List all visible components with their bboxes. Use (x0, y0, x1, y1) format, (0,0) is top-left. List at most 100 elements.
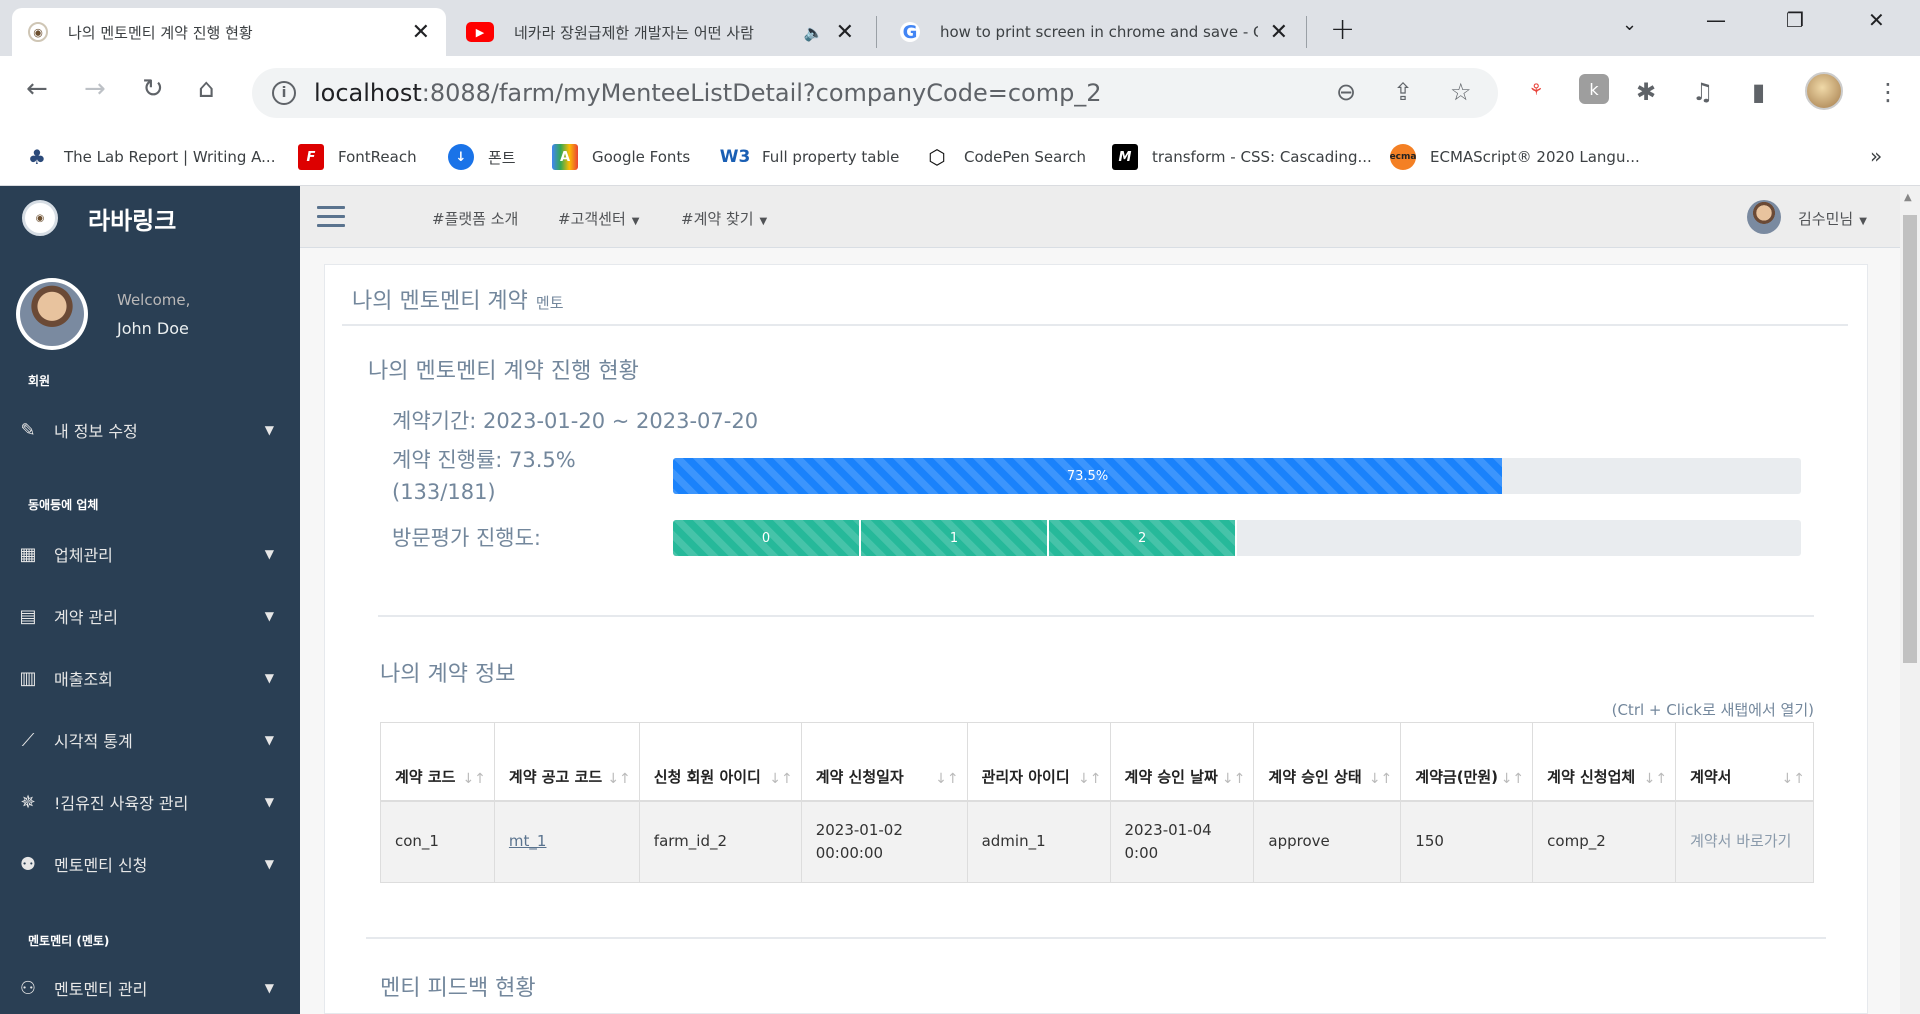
sort-icon[interactable]: ↓↑ (1501, 768, 1524, 790)
bookmark-item[interactable]: Mtransform - CSS: Cascading... (1112, 144, 1372, 170)
sort-icon[interactable]: ↓↑ (1369, 768, 1392, 790)
sidebar-item-farm[interactable]: ✵ !김유진 사육장 관리 ▼ (0, 780, 300, 824)
column-header[interactable]: 신청 회원 아이디 ↓↑ (638, 722, 802, 802)
menu-kebab-icon[interactable]: ⋮ (1876, 78, 1900, 106)
table-cell: 2023-01-04 0:00 (1109, 800, 1255, 883)
forward-icon[interactable]: → (84, 74, 106, 104)
sidebar-item-statistics[interactable]: ⟋ 시각적 통계 ▼ (0, 718, 300, 762)
ctrl-click-hint: (Ctrl + Click로 새탭에서 열기) (1611, 701, 1814, 719)
column-header[interactable]: 관리자 아이디 ↓↑ (966, 722, 1111, 802)
user-menu[interactable]: 김수민님 ▼ (1798, 208, 1867, 229)
sidebar-item-contract[interactable]: ▤ 계약 관리 ▼ (0, 594, 300, 638)
bookmark-item[interactable]: A Google Fonts (552, 144, 690, 170)
nav-find-contract[interactable]: #계약 찾기 ▼ (681, 208, 767, 229)
column-header[interactable]: 계약 코드 ↓↑ (380, 722, 495, 802)
sort-icon[interactable]: ↓↑ (1782, 768, 1805, 790)
close-window-icon[interactable]: ✕ (1868, 8, 1885, 32)
scroll-up-arrow-icon[interactable]: ▲ (1904, 192, 1912, 203)
tab-google[interactable]: G how to print screen in chrome and save… (884, 8, 1304, 56)
column-header[interactable]: 계약 공고 코드 ↓↑ (493, 722, 640, 802)
scrollbar-thumb[interactable] (1903, 215, 1917, 663)
browser-profile-avatar[interactable] (1805, 72, 1843, 110)
bookmark-item[interactable]: F FontReach (298, 144, 417, 170)
sidebar-item-company[interactable]: ▦ 업체관리 ▼ (0, 532, 300, 576)
sort-icon[interactable]: ↓↑ (462, 768, 485, 790)
share-icon[interactable]: ⇪ (1393, 78, 1413, 106)
section-title-mentor: 멘토멘티 (멘토) (28, 934, 110, 948)
bookmark-item[interactable]: ecma ECMAScript® 2020 Langu... (1390, 144, 1640, 170)
contract-rate-text: 계약 진행률: 73.5% (392, 448, 576, 472)
sort-icon[interactable]: ↓↑ (935, 768, 958, 790)
sidebar-item-label: 멘토멘티 관리 (54, 980, 148, 999)
user-avatar[interactable] (1747, 200, 1781, 234)
edit-icon: ✎ (20, 419, 36, 441)
column-header-label: 계약금(만원) (1415, 767, 1499, 786)
contract-rate-detail: (133/181) (392, 480, 496, 504)
contract-table: 계약 코드 ↓↑ 계약 공고 코드 ↓↑ 신청 회원 아이디 ↓↑ 계약 신청일자 ↓↑… (380, 722, 1814, 883)
sidebar-item-label: 계약 관리 (54, 608, 118, 627)
sort-icon[interactable]: ↓↑ (607, 768, 630, 790)
table-row: con_1 mt_1 farm_id_2 2023-01-02 00:00:00… (380, 800, 1814, 883)
tab-youtube[interactable]: ▶ 네카라 장원급제한 개발자는 어떤 사람 🔈 ✕ (450, 8, 870, 56)
column-header[interactable]: 계약 승인 상태 ↓↑ (1253, 722, 1402, 802)
column-header-label: 계약 신청업체 (1547, 767, 1636, 786)
home-icon[interactable]: ⌂ (198, 74, 215, 104)
side-panel-icon[interactable]: ▮ (1752, 78, 1765, 106)
column-header[interactable]: 계약서 ↓↑ (1675, 722, 1814, 802)
url-host: localhost (314, 79, 422, 107)
tab-search-icon[interactable]: ⌄ (1622, 14, 1637, 35)
column-header-label: 신청 회원 아이디 (653, 767, 761, 786)
bookmark-item[interactable]: ⬡ CodePen Search (924, 144, 1086, 170)
bookmark-item[interactable]: ↓ 폰트 (448, 144, 516, 170)
back-icon[interactable]: ← (26, 74, 48, 104)
extension-tree-icon[interactable]: ⚘ (1521, 74, 1551, 104)
extensions-puzzle-icon[interactable]: ✱ (1636, 78, 1656, 106)
sidebar-item-sales[interactable]: ▥ 매출조회 ▼ (0, 656, 300, 700)
restore-icon[interactable]: ❐ (1786, 8, 1804, 32)
top-nav: #플랫폼 소개 #고객센터 ▼ #계약 찾기 ▼ 김수민님 ▼ (300, 186, 1900, 248)
close-tab-icon[interactable]: ✕ (1270, 20, 1288, 45)
column-header[interactable]: 계약 신청일자 ↓↑ (800, 722, 968, 802)
bookmark-item[interactable]: ♣ The Lab Report | Writing A... (24, 144, 275, 170)
nav-platform-intro[interactable]: #플랫폼 소개 (432, 208, 518, 229)
contract-document-link[interactable]: 계약서 바로가기 (1690, 832, 1791, 850)
sidebar-item-mentoring-manage[interactable]: ⚇ 멘토멘티 관리 ▼ (0, 966, 300, 1010)
tab-active[interactable]: ◉ 나의 멘토멘티 계약 진행 현황 ✕ (12, 8, 446, 56)
close-tab-icon[interactable]: ✕ (836, 20, 854, 45)
reload-icon[interactable]: ↻ (142, 74, 164, 104)
notice-code-link[interactable]: mt_1 (509, 832, 547, 850)
bookmarks-overflow-icon[interactable]: » (1870, 144, 1882, 168)
nav-customer-center[interactable]: #고객센터 ▼ (558, 208, 639, 229)
extension-k-icon[interactable]: k (1579, 74, 1609, 104)
column-header-label: 계약서 (1690, 767, 1732, 786)
url-text[interactable]: localhost:8088/farm/myMenteeListDetail?c… (314, 79, 1102, 107)
document-icon: ▤ (19, 605, 37, 627)
column-header[interactable]: 계약금(만원) ↓↑ (1400, 722, 1534, 802)
sort-icon[interactable]: ↓↑ (769, 768, 792, 790)
evaluation-segment: 0 (673, 520, 862, 556)
minimize-icon[interactable]: — (1706, 8, 1726, 32)
hamburger-menu-icon[interactable] (317, 206, 345, 233)
sidebar-item-mentoring-apply[interactable]: ⚉ 멘토멘티 신청 ▼ (0, 842, 300, 886)
media-control-icon[interactable]: ♫ (1692, 78, 1714, 106)
address-bar[interactable]: i localhost:8088/farm/myMenteeListDetail… (252, 68, 1498, 118)
sort-icon[interactable]: ↓↑ (1644, 768, 1667, 790)
sort-icon[interactable]: ↓↑ (1222, 768, 1245, 790)
table-cell: comp_2 (1532, 800, 1677, 883)
bookmark-star-icon[interactable]: ☆ (1450, 78, 1472, 106)
bookmark-item[interactable]: W3 Full property table (720, 144, 900, 170)
table-cell: approve (1253, 800, 1402, 883)
column-header[interactable]: 계약 신청업체 ↓↑ (1532, 722, 1677, 802)
new-tab-icon[interactable]: + (1330, 12, 1355, 47)
column-header[interactable]: 계약 승인 날짜 ↓↑ (1109, 722, 1255, 802)
sidebar-item-edit-profile[interactable]: ✎ 내 정보 수정 ▼ (0, 408, 300, 452)
sort-icon[interactable]: ↓↑ (1078, 768, 1101, 790)
close-tab-icon[interactable]: ✕ (412, 20, 430, 45)
brand-logo-icon: ◉ (22, 200, 58, 236)
contract-heading: 나의 계약 정보 (380, 662, 516, 687)
audio-playing-icon[interactable]: 🔈 (804, 23, 824, 42)
zoom-icon[interactable]: ⊖ (1336, 78, 1356, 106)
site-info-icon[interactable]: i (272, 81, 296, 105)
brand[interactable]: ◉ 라바링크 (22, 200, 176, 236)
download-circle-icon: ↓ (448, 144, 474, 170)
